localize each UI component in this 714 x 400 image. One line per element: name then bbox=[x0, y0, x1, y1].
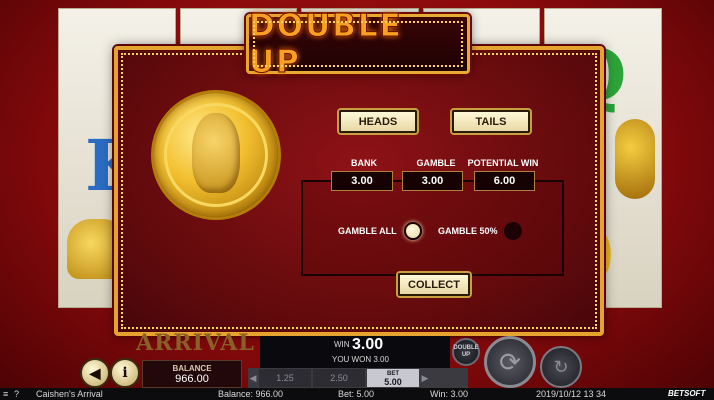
gamble-all-radio[interactable] bbox=[404, 222, 422, 240]
balance-value: 966.00 bbox=[175, 372, 209, 385]
double-up-panel: HEADS TAILS BANK GAMBLE POTENTIAL WIN 3.… bbox=[114, 46, 604, 336]
collect-button[interactable]: COLLECT bbox=[398, 273, 470, 296]
page-title: DOUBLE UP bbox=[249, 8, 403, 81]
win-value: 3.00 bbox=[352, 336, 384, 353]
gamble-half-label: GAMBLE 50% bbox=[438, 226, 498, 236]
bet-decrease-icon[interactable]: ◀ bbox=[248, 373, 258, 384]
autoplay-icon: ↻ bbox=[553, 356, 569, 377]
help-icon[interactable]: ? bbox=[14, 389, 19, 399]
bank-label: BANK bbox=[351, 158, 377, 168]
potential-win-label: POTENTIAL WIN bbox=[467, 158, 539, 168]
bet-selector: ◀ 1.25 2.50 BET 5.00 ▶ bbox=[248, 368, 468, 388]
double-up-title-banner: DOUBLE UP bbox=[246, 8, 470, 81]
autoplay-button[interactable]: ↻ bbox=[540, 346, 582, 388]
gold-vase-symbol bbox=[615, 119, 656, 199]
sound-button[interactable]: ◀ bbox=[80, 358, 110, 388]
status-datetime: 2019/10/12 13 34 bbox=[536, 389, 607, 399]
balance-label: BALANCE bbox=[172, 363, 212, 373]
bet-option[interactable]: 2.50 bbox=[313, 369, 365, 387]
balance-display: BALANCE 966.00 bbox=[142, 360, 242, 388]
double-up-button[interactable]: DOUBLE UP bbox=[452, 338, 480, 366]
info-button[interactable]: i bbox=[110, 358, 140, 388]
status-balance: Balance: 966.00 bbox=[218, 389, 284, 399]
win-display: WIN 3.00 YOU WON 3.00 bbox=[260, 336, 450, 368]
bet-value: 5.00 bbox=[384, 377, 402, 387]
bank-value: 3.00 bbox=[331, 171, 393, 191]
gamble-half-radio[interactable] bbox=[504, 222, 522, 240]
status-bar: ≡ ? Caishen's Arrival Balance: 966.00 Be… bbox=[0, 388, 714, 400]
game-name: Caishen's Arrival bbox=[36, 389, 103, 399]
caishen-face-icon bbox=[192, 113, 240, 193]
status-win: Win: 3.00 bbox=[430, 389, 469, 399]
bet-option[interactable]: 1.25 bbox=[259, 369, 311, 387]
game-logo: ARRIVAL bbox=[136, 330, 255, 356]
heads-button[interactable]: HEADS bbox=[339, 110, 417, 133]
coin-heads-icon bbox=[154, 93, 278, 217]
spin-button[interactable]: ⟳ bbox=[484, 336, 536, 388]
you-won-text: YOU WON 3.00 bbox=[332, 355, 389, 364]
info-icon: i bbox=[122, 365, 128, 381]
brand-logo: BETSOFT bbox=[668, 389, 706, 398]
gamble-all-label: GAMBLE ALL bbox=[338, 226, 397, 236]
status-bet: Bet: 5.00 bbox=[338, 389, 375, 399]
spin-icon: ⟳ bbox=[499, 346, 521, 377]
bet-option-selected[interactable]: BET 5.00 bbox=[367, 369, 419, 387]
speaker-icon: ◀ bbox=[89, 364, 101, 381]
gamble-value: 3.00 bbox=[402, 171, 463, 191]
bet-increase-icon[interactable]: ▶ bbox=[420, 373, 430, 384]
potential-win-value: 6.00 bbox=[474, 171, 535, 191]
gamble-label: GAMBLE bbox=[416, 158, 456, 168]
menu-icon[interactable]: ≡ bbox=[3, 389, 8, 399]
tails-button[interactable]: TAILS bbox=[452, 110, 530, 133]
win-label: WIN bbox=[334, 340, 350, 349]
